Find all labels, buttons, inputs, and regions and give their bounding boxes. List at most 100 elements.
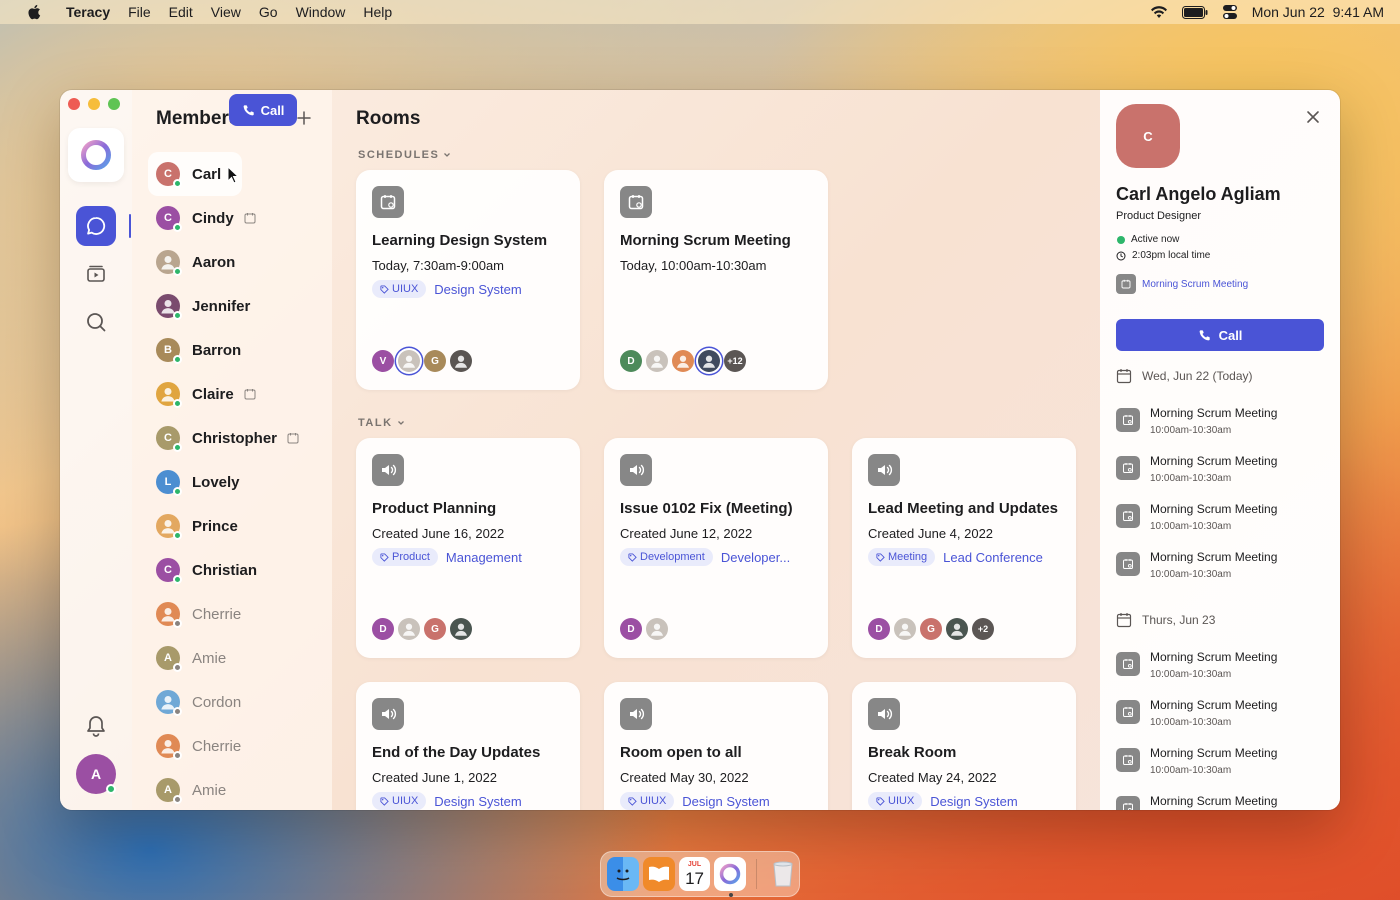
dock-books[interactable] xyxy=(642,857,675,891)
schedule-card[interactable]: Morning Scrum Meeting Today, 10:00am-10:3… xyxy=(604,170,828,390)
participant-avatars: DG xyxy=(372,618,472,640)
card-tag[interactable]: Development xyxy=(620,548,713,566)
member-item[interactable]: Jennifer xyxy=(148,284,328,328)
talk-room-card[interactable]: Lead Meeting and Updates Created June 4, … xyxy=(852,438,1076,658)
menu-help[interactable]: Help xyxy=(363,4,392,20)
card-category-link[interactable]: Design System xyxy=(434,794,521,809)
card-tag[interactable]: UIUX xyxy=(868,792,923,810)
rail-search-button[interactable] xyxy=(76,302,116,342)
current-user-avatar[interactable]: A xyxy=(76,754,116,794)
menu-app-name[interactable]: Teracy xyxy=(66,4,110,20)
schedule-card[interactable]: Learning Design System Today, 7:30am-9:00… xyxy=(356,170,580,390)
card-tag[interactable]: UIUX xyxy=(620,792,675,810)
card-tag[interactable]: UIUX xyxy=(372,280,427,298)
member-call-label: Call xyxy=(260,102,285,118)
close-icon[interactable] xyxy=(1306,110,1320,124)
profile-initial: C xyxy=(1143,128,1153,144)
schedule-event[interactable]: Morning Scrum Meeting 10:00am-10:30am xyxy=(1116,698,1277,728)
status-dot xyxy=(173,399,182,408)
apple-icon[interactable] xyxy=(26,3,44,21)
schedule-day-header: Wed, Jun 22 (Today) xyxy=(1116,368,1253,384)
card-category-link[interactable]: Design System xyxy=(682,794,769,809)
tag-icon xyxy=(380,284,389,294)
participant-initial: D xyxy=(379,623,387,635)
zoom-window-button[interactable] xyxy=(108,98,120,110)
card-category-link[interactable]: Management xyxy=(446,550,522,565)
books-icon xyxy=(648,866,669,882)
dock-calendar[interactable]: JUL 17 xyxy=(678,857,711,891)
member-item[interactable]: C Christopher xyxy=(148,416,328,460)
card-tag[interactable]: UIUX xyxy=(372,792,427,810)
wifi-icon[interactable] xyxy=(1150,5,1168,19)
card-category-link[interactable]: Lead Conference xyxy=(943,550,1043,565)
member-item[interactable]: Cordon xyxy=(148,680,328,724)
member-item[interactable]: C Cindy xyxy=(148,196,328,240)
card-tag-label: Meeting xyxy=(888,551,928,563)
schedules-section-toggle[interactable]: SCHEDULES xyxy=(358,149,451,161)
rail-notifications-button[interactable] xyxy=(76,706,116,746)
talk-room-card[interactable]: End of the Day Updates Created June 1, 20… xyxy=(356,682,580,810)
rail-media-button[interactable] xyxy=(76,254,116,294)
card-category-link[interactable]: Design System xyxy=(930,794,1017,809)
schedule-event[interactable]: Morning Scrum Meeting xyxy=(1116,794,1277,810)
member-name: Barron xyxy=(192,341,242,359)
member-item[interactable]: C Christian xyxy=(148,548,328,592)
dock-teracy[interactable] xyxy=(714,857,747,897)
person-photo-icon xyxy=(674,352,692,370)
speaker-icon xyxy=(372,454,404,486)
card-category-link[interactable]: Design System xyxy=(434,282,521,297)
close-window-button[interactable] xyxy=(68,98,80,110)
schedule-event[interactable]: Morning Scrum Meeting 10:00am-10:30am xyxy=(1116,406,1277,436)
dock-finder[interactable] xyxy=(607,857,639,891)
tag-icon xyxy=(876,796,885,806)
talk-room-card[interactable]: Room open to all Created May 30, 2022 UIUX… xyxy=(604,682,828,810)
member-item[interactable]: Cherrie xyxy=(148,592,328,636)
menu-view[interactable]: View xyxy=(211,4,241,20)
member-item[interactable]: Prince xyxy=(148,504,328,548)
member-call-button[interactable]: Call xyxy=(229,94,297,126)
profile-current-meeting-link[interactable]: Morning Scrum Meeting xyxy=(1116,274,1248,294)
rail-chat-button[interactable] xyxy=(76,206,116,246)
card-tag[interactable]: Product xyxy=(372,548,438,566)
card-category-link[interactable]: Developer... xyxy=(721,550,790,565)
member-item[interactable]: B Barron xyxy=(148,328,328,372)
card-tag[interactable]: Meeting xyxy=(868,548,936,566)
talk-room-card[interactable]: Issue 0102 Fix (Meeting) Created June 12,… xyxy=(604,438,828,658)
schedule-event[interactable]: Morning Scrum Meeting 10:00am-10:30am xyxy=(1116,650,1277,680)
member-item[interactable]: Cherrie xyxy=(148,724,328,768)
member-item[interactable]: L Lovely xyxy=(148,460,328,504)
dock-trash[interactable] xyxy=(767,857,799,891)
profile-call-button[interactable]: Call xyxy=(1116,319,1324,351)
schedule-event[interactable]: Morning Scrum Meeting 10:00am-10:30am xyxy=(1116,454,1277,484)
tag-icon xyxy=(380,796,389,806)
member-item[interactable]: A Amie xyxy=(148,768,328,810)
member-name: Cherrie xyxy=(192,605,242,623)
menu-go[interactable]: Go xyxy=(259,4,278,20)
menu-window[interactable]: Window xyxy=(296,4,346,20)
menu-clock[interactable]: Mon Jun 22 9:41 AM xyxy=(1252,4,1384,20)
profile-role: Product Designer xyxy=(1116,210,1201,222)
add-member-icon[interactable] xyxy=(296,110,312,126)
battery-icon[interactable] xyxy=(1181,5,1208,19)
member-item[interactable]: Claire xyxy=(148,372,328,416)
speaker-icon xyxy=(868,454,900,486)
member-name: Aaron xyxy=(192,253,236,271)
member-item[interactable]: Aaron xyxy=(148,240,328,284)
schedule-event[interactable]: Morning Scrum Meeting 10:00am-10:30am xyxy=(1116,746,1277,776)
profile-panel: C Carl Angelo Agliam Product Designer Ac… xyxy=(1100,90,1340,810)
app-logo[interactable] xyxy=(68,128,124,182)
schedule-event-time: 10:00am-10:30am xyxy=(1150,765,1232,776)
schedule-event[interactable]: Morning Scrum Meeting 10:00am-10:30am xyxy=(1116,502,1277,532)
menu-file[interactable]: File xyxy=(128,4,151,20)
talk-section-toggle[interactable]: TALK xyxy=(358,417,405,429)
member-item[interactable]: A Amie xyxy=(148,636,328,680)
menu-edit[interactable]: Edit xyxy=(169,4,193,20)
talk-room-card[interactable]: Break Room Created May 24, 2022 UIUX Design… xyxy=(852,682,1076,810)
control-center-icon[interactable] xyxy=(1222,4,1238,20)
talk-room-card[interactable]: Product Planning Created June 16, 2022 Pro… xyxy=(356,438,580,658)
schedule-event[interactable]: Morning Scrum Meeting 10:00am-10:30am xyxy=(1116,550,1277,580)
schedule-day-label: Wed, Jun 22 (Today) xyxy=(1142,369,1253,383)
minimize-window-button[interactable] xyxy=(88,98,100,110)
schedules-label: SCHEDULES xyxy=(358,149,440,161)
calendar-icon xyxy=(1116,368,1132,384)
